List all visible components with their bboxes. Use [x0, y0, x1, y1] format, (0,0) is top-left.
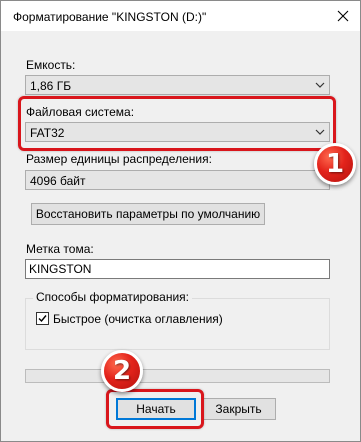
allocation-label: Размер единицы распределения:: [26, 152, 212, 166]
format-options-title: Способы форматирования:: [33, 290, 192, 304]
close-window-button[interactable]: [326, 1, 360, 31]
capacity-label: Емкость:: [26, 58, 76, 72]
window-title: Форматирование "KINGSTON (D:)": [13, 10, 207, 24]
callout-badge-2: 2: [101, 350, 143, 392]
quick-format-label[interactable]: Быстрое (очистка оглавления): [53, 312, 223, 326]
volume-label-input[interactable]: [29, 262, 309, 276]
capacity-value: 1,86 ГБ: [30, 79, 72, 93]
allocation-select[interactable]: 4096 байт: [25, 170, 330, 190]
chevron-down-icon: [315, 82, 325, 88]
format-progress-bar: [25, 369, 330, 383]
start-button-highlight: [106, 389, 204, 429]
allocation-value: 4096 байт: [30, 174, 86, 188]
capacity-select[interactable]: 1,86 ГБ: [25, 75, 330, 95]
quick-format-checkbox[interactable]: [36, 312, 49, 325]
title-bar[interactable]: Форматирование "KINGSTON (D:)": [1, 1, 360, 31]
volume-label-caption: Метка тома:: [26, 242, 94, 256]
close-button[interactable]: Закрыть: [201, 398, 276, 420]
checkmark-icon: [38, 315, 47, 323]
restore-defaults-button[interactable]: Восстановить параметры по умолчанию: [31, 203, 265, 225]
volume-label-field[interactable]: [25, 259, 330, 279]
callout-badge-1: 1: [314, 143, 356, 185]
filesystem-highlight: [18, 96, 336, 151]
close-icon: [337, 10, 349, 22]
format-dialog: Форматирование "KINGSTON (D:)" Емкость: …: [0, 0, 361, 442]
